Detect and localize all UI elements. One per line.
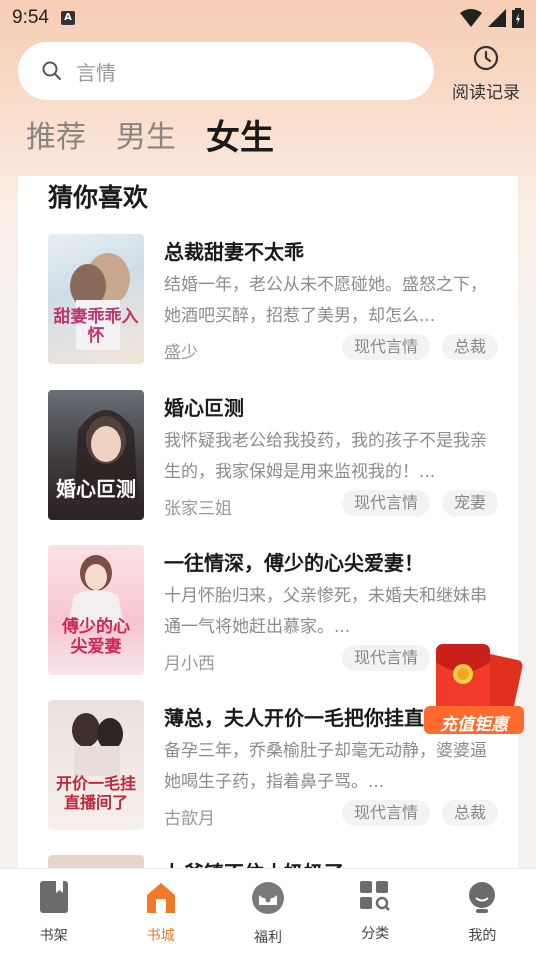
store-icon: [146, 883, 175, 913]
book-description: 我怀疑我老公给我投药，我的孩子不是我亲生的，我家保姆是用来监视我的！...: [164, 431, 487, 482]
nav-category[interactable]: 分类: [322, 869, 429, 954]
book-author: 古歆月: [164, 809, 215, 829]
book-cover-text: 开价一毛挂直播间了: [55, 774, 136, 812]
book-description: 十月怀胎归来，父亲惨死，未婚夫和继妹串通一气将她赶出慕家。...: [164, 586, 487, 637]
recommendation-card: 猜你喜欢 甜妻乖乖入怀 总裁甜妻不太乖 结婚一年，老公从未不愿碰她。盛怒之下，她…: [18, 176, 518, 896]
battery-icon: [512, 8, 524, 28]
notification-icon: A: [60, 11, 75, 25]
bookshelf-icon: [39, 881, 68, 913]
book-author: 月小西: [164, 654, 215, 674]
book-item[interactable]: 婚心叵测 婚心叵测 我怀疑我老公给我投药，我的孩子不是我亲生的，我家保姆是用来监…: [48, 390, 508, 522]
book-tag: 现代言情: [341, 645, 430, 671]
nav-label: 我的: [468, 928, 497, 944]
book-author: 张家三姐: [164, 499, 232, 519]
category-tabs: 推荐 男生 女生: [26, 116, 304, 160]
recharge-promo-button[interactable]: 充值钜惠: [424, 640, 524, 740]
book-tag: 总裁: [441, 334, 498, 360]
tab-male[interactable]: 男生: [116, 116, 176, 160]
nav-welfare[interactable]: 福利: [214, 869, 321, 954]
reading-history-button[interactable]: 阅读记录: [446, 44, 526, 103]
nav-label: 书架: [39, 928, 68, 944]
book-cover-text: 傅少的心尖爱妻: [62, 617, 130, 657]
book-tag: 宠妻: [441, 490, 498, 516]
nav-profile[interactable]: 我的: [429, 869, 536, 954]
nav-store[interactable]: 书城: [107, 869, 214, 954]
book-title: 总裁甜妻不太乖: [164, 240, 304, 264]
nav-bookshelf[interactable]: 书架: [0, 869, 107, 954]
clock-icon: [473, 45, 499, 71]
bottom-navigation: 书架 书城 福利 分类 我的: [0, 868, 536, 954]
book-cover-text: 婚心叵测: [56, 477, 136, 501]
book-title: 薄总，夫人开价一毛把你挂直播: [164, 706, 444, 730]
tab-recommend[interactable]: 推荐: [26, 116, 86, 160]
section-title: 猜你喜欢: [48, 183, 149, 212]
search-icon: [42, 61, 61, 80]
nav-label: 分类: [361, 926, 390, 942]
book-author: 盛少: [164, 343, 198, 363]
book-tag: 现代言情: [341, 490, 430, 516]
book-cover: 甜妻乖乖入怀: [48, 234, 144, 364]
book-title: 一往情深，傅少的心尖爱妻！: [164, 551, 424, 575]
book-description: 结婚一年，老公从未不愿碰她。盛怒之下，她酒吧买醉，招惹了美男，却怎么...: [164, 275, 487, 326]
book-description: 备孕三年，乔桑榆肚子却毫无动静，婆婆逼她喝生子药，指着鼻子骂。...: [164, 741, 487, 792]
category-icon: [360, 881, 391, 911]
search-input[interactable]: 言情: [18, 42, 434, 100]
book-cover: 开价一毛挂直播间了: [48, 700, 144, 830]
wifi-icon: [460, 9, 482, 27]
book-item[interactable]: 甜妻乖乖入怀 总裁甜妻不太乖 结婚一年，老公从未不愿碰她。盛怒之下，她酒吧买醉，…: [48, 234, 508, 366]
book-cover: 婚心叵测: [48, 390, 144, 520]
tab-female[interactable]: 女生: [206, 116, 274, 160]
book-tag: 现代言情: [341, 800, 430, 826]
status-bar: 9:54 A: [0, 0, 536, 36]
nav-label: 福利: [254, 930, 282, 946]
status-time: 9:54: [12, 7, 49, 28]
reading-history-label: 阅读记录: [452, 83, 520, 103]
book-cover-text: 甜妻乖乖入怀: [53, 307, 139, 346]
signal-icon: [488, 9, 506, 27]
book-title: 婚心叵测: [164, 396, 244, 420]
book-tag: 现代言情: [341, 334, 430, 360]
profile-icon: [469, 882, 496, 913]
nav-label: 书城: [146, 928, 175, 944]
promo-label: 充值钜惠: [440, 715, 508, 735]
book-cover: 傅少的心尖爱妻: [48, 545, 144, 675]
gift-icon: [252, 882, 284, 914]
search-placeholder: 言情: [76, 60, 116, 85]
book-tag: 总裁: [441, 800, 498, 826]
